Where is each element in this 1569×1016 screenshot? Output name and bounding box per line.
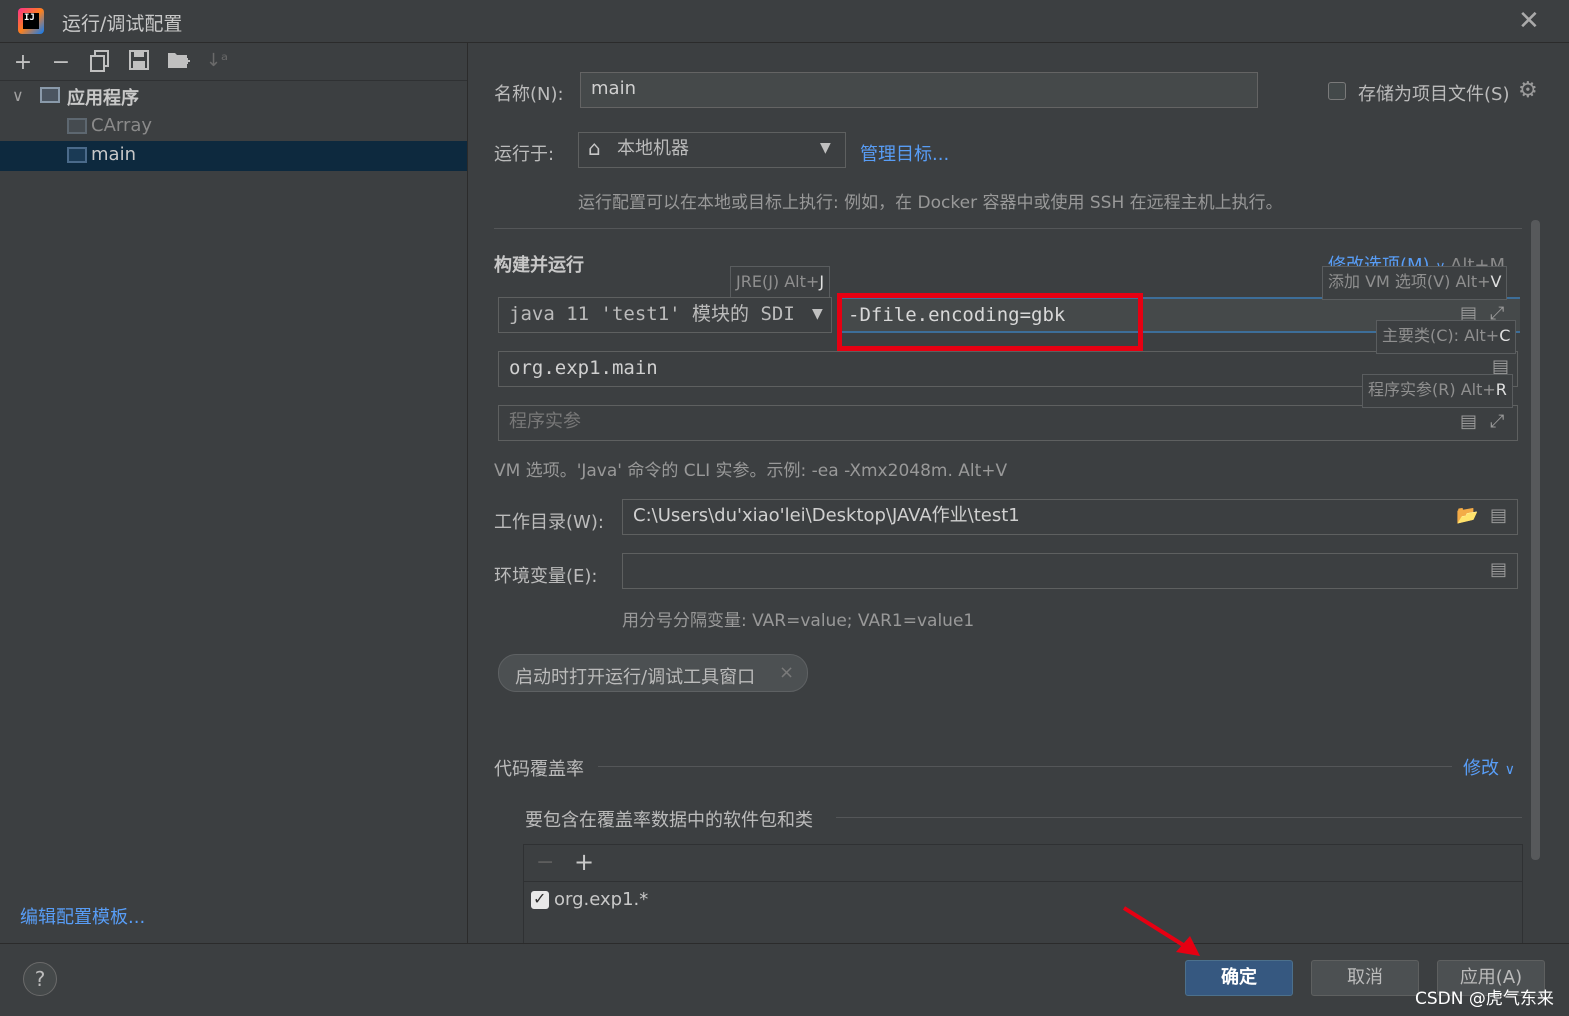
env-input[interactable]: [622, 553, 1518, 589]
section-divider: [494, 228, 1522, 229]
vm-options-tooltip: 添加 VM 选项(V) Alt+V: [1322, 266, 1508, 300]
application-folder-icon: [40, 87, 60, 103]
tree-item-label: main: [91, 144, 136, 165]
remove-chip-icon[interactable]: ×: [779, 662, 794, 683]
folder-open-icon[interactable]: 📂: [1456, 505, 1478, 526]
highlight-box: [837, 293, 1143, 351]
coverage-title: 代码覆盖率: [494, 759, 584, 780]
red-arrow-annotation: [1122, 906, 1200, 956]
tooltip-text: 程序实参(R) Alt+: [1368, 380, 1496, 399]
config-icon: [67, 147, 87, 163]
coverage-list: [523, 844, 1523, 944]
main-class-tooltip: 主要类(C): Alt+C: [1376, 320, 1517, 354]
watermark: CSDN @虎气东来: [1415, 989, 1554, 1009]
list-icon[interactable]: ▤: [1460, 411, 1477, 432]
ok-button[interactable]: 确定: [1185, 960, 1293, 996]
cancel-button[interactable]: 取消: [1311, 960, 1419, 996]
coverage-item-checkbox[interactable]: ✓: [531, 889, 549, 909]
help-button[interactable]: ?: [23, 962, 57, 996]
chevron-down-icon: ∨: [1504, 762, 1515, 778]
coverage-include-divider: [836, 817, 1522, 818]
workdir-input[interactable]: C:\Users\du'xiao'lei\Desktop\JAVA作业\test…: [622, 499, 1518, 535]
vertical-scrollbar[interactable]: [1531, 220, 1540, 860]
config-icon: [67, 118, 87, 134]
store-as-project-label: 存储为项目文件(S): [1358, 84, 1510, 105]
toolbar-divider: [0, 80, 467, 81]
chip-label: 启动时打开运行/调试工具窗口: [515, 667, 756, 688]
list-icon[interactable]: ▤: [1490, 559, 1507, 580]
save-icon[interactable]: [126, 50, 152, 76]
copy-icon[interactable]: [87, 50, 113, 78]
intellij-logo-mark: IJ: [23, 13, 39, 29]
dropdown-arrow-icon: ▼: [820, 140, 831, 156]
sort-icon[interactable]: ↓ᵃ: [204, 50, 230, 71]
coverage-divider: [598, 766, 1452, 767]
coverage-modify-label: 修改: [1463, 758, 1499, 779]
run-on-hint: 运行配置可以在本地或目标上执行: 例如，在 Docker 容器中或使用 SSH …: [578, 193, 1283, 213]
coverage-modify-link[interactable]: 修改 ∨: [1463, 754, 1515, 780]
new-folder-icon[interactable]: [166, 50, 192, 76]
run-on-select[interactable]: 本地机器: [578, 132, 846, 168]
store-as-project-checkbox[interactable]: [1328, 82, 1346, 100]
open-tool-window-chip[interactable]: 启动时打开运行/调试工具窗口 ×: [498, 654, 808, 692]
program-args-tooltip: 程序实参(R) Alt+R: [1362, 374, 1513, 408]
window-title: 运行/调试配置: [62, 13, 183, 35]
check-icon: ✓: [533, 889, 547, 908]
intellij-logo-icon: IJ: [18, 8, 44, 34]
name-input[interactable]: main: [580, 72, 1258, 108]
tree-item-label: CArray: [91, 115, 153, 136]
program-args-placeholder: 程序实参: [509, 411, 581, 432]
dropdown-arrow-icon: ▼: [808, 306, 823, 322]
configurations-sidebar: [0, 43, 468, 943]
expand-icon[interactable]: ⤢: [1490, 411, 1504, 432]
coverage-list-toolbar-divider: [524, 881, 1522, 882]
tree-item-carray[interactable]: CArray: [0, 112, 467, 142]
add-icon[interactable]: +: [10, 50, 36, 75]
tree-item-main[interactable]: main: [0, 141, 467, 171]
run-on-value: 本地机器: [617, 138, 689, 159]
remove-icon[interactable]: −: [48, 50, 74, 75]
coverage-include-title: 要包含在覆盖率数据中的软件包和类: [525, 810, 813, 831]
gear-icon[interactable]: ⚙: [1518, 78, 1538, 103]
env-label: 环境变量(E):: [494, 566, 598, 587]
build-run-title: 构建并运行: [494, 255, 584, 276]
program-args-input[interactable]: 程序实参: [498, 405, 1518, 441]
run-on-label: 运行于:: [494, 144, 555, 165]
tooltip-text: JRE(J) Alt+: [736, 272, 820, 291]
tooltip-key: R: [1495, 380, 1507, 399]
jre-tooltip: JRE(J) Alt+J: [730, 266, 831, 300]
home-icon: ⌂: [588, 136, 601, 160]
tooltip-text: 添加 VM 选项(V) Alt+: [1328, 272, 1491, 291]
vm-options-hint: VM 选项。'Java' 命令的 CLI 实参。示例: -ea -Xmx2048…: [494, 461, 1008, 481]
list-icon[interactable]: ▤: [1490, 505, 1507, 526]
jre-select[interactable]: java 11 'test1' 模块的 SDI: [498, 297, 832, 333]
jre-value: java 11 'test1' 模块的 SDI: [509, 303, 795, 325]
manage-targets-link[interactable]: 管理目标...: [860, 140, 949, 166]
tree-group-application[interactable]: 应用程序: [67, 84, 139, 110]
tooltip-key: J: [819, 272, 825, 291]
env-hint: 用分号分隔变量: VAR=value; VAR1=value1: [622, 611, 975, 631]
coverage-item-label: org.exp1.*: [554, 889, 649, 910]
edit-templates-link[interactable]: 编辑配置模板...: [20, 903, 145, 929]
chevron-down-icon[interactable]: ∨: [12, 86, 24, 105]
workdir-label: 工作目录(W):: [494, 512, 604, 533]
title-bar: IJ 运行/调试配置 ✕: [0, 0, 1569, 43]
close-icon[interactable]: ✕: [1518, 6, 1540, 36]
name-label: 名称(N):: [494, 84, 564, 105]
tooltip-text: 主要类(C): Alt+: [1382, 326, 1500, 345]
add-icon[interactable]: +: [574, 848, 594, 876]
tooltip-key: V: [1490, 272, 1502, 291]
remove-icon[interactable]: −: [536, 850, 554, 875]
tooltip-key: C: [1499, 326, 1511, 345]
